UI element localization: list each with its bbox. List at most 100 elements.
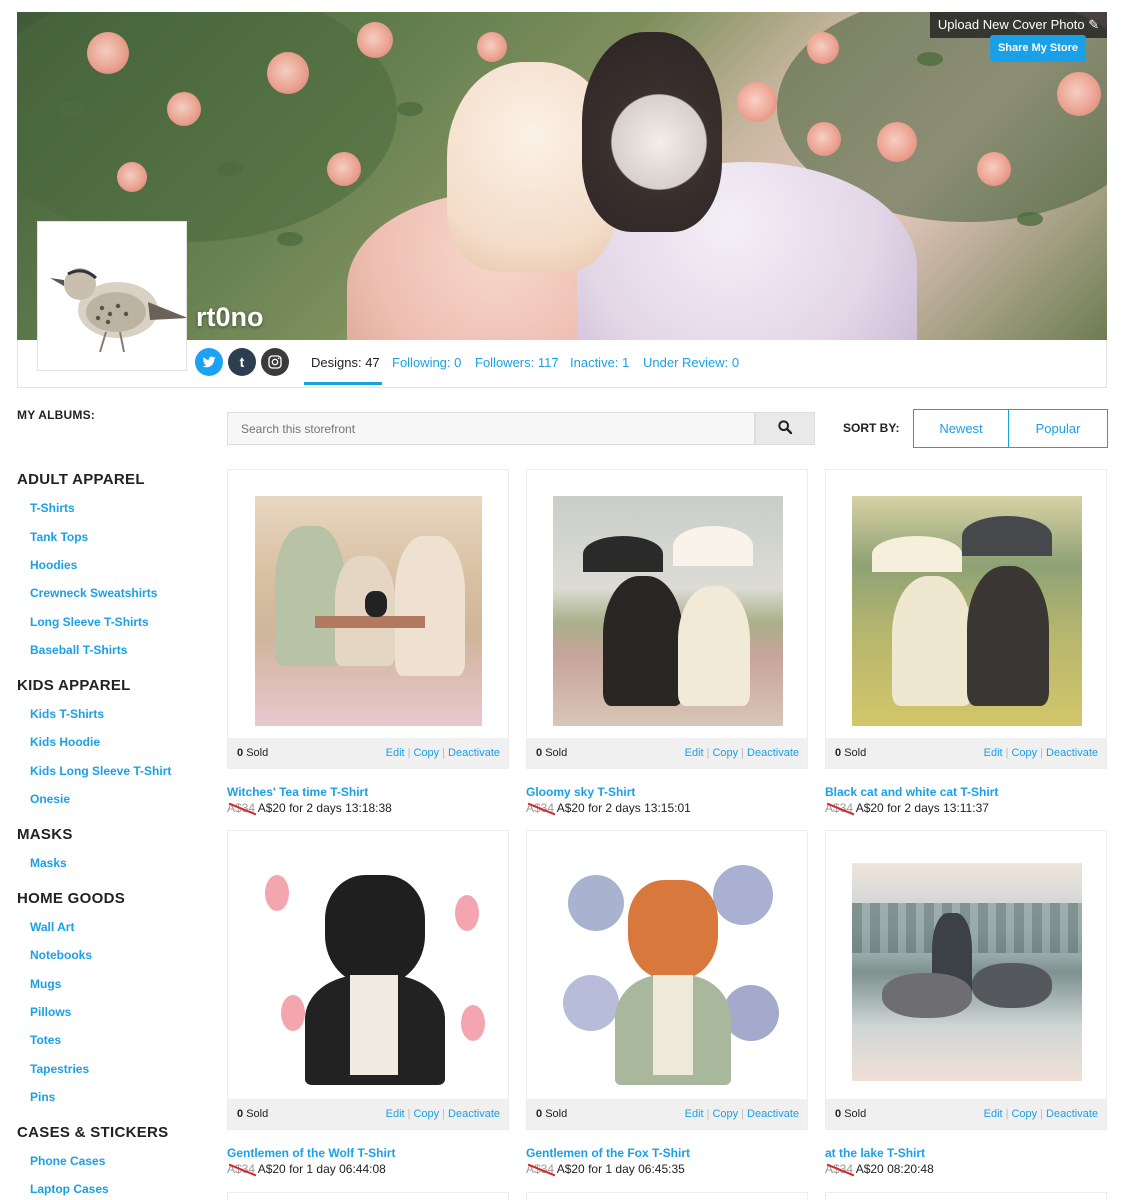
- sale-price: A$20 08:20:48: [855, 1162, 934, 1176]
- album-hoodies[interactable]: Hoodies: [30, 558, 77, 572]
- product-title[interactable]: Witches' Tea time T-Shirt: [227, 785, 368, 799]
- product-title[interactable]: Gentlemen of the Fox T-Shirt: [526, 1146, 690, 1160]
- album-notebooks[interactable]: Notebooks: [30, 948, 92, 962]
- album-long-sleeve-t-shirts[interactable]: Long Sleeve T-Shirts: [30, 615, 149, 629]
- stat-inactive[interactable]: Inactive: 1: [570, 355, 629, 370]
- album-tapestries[interactable]: Tapestries: [30, 1062, 89, 1076]
- product-card[interactable]: 0 Sold Edit | Copy | Deactivate: [227, 830, 509, 1130]
- sold-count: 0: [237, 1108, 244, 1120]
- stat-following[interactable]: Following: 0: [392, 355, 461, 370]
- sold-count: 0: [536, 747, 543, 759]
- album-masks[interactable]: Masks: [30, 856, 67, 870]
- edit-link[interactable]: Edit: [984, 747, 1003, 759]
- album-crewneck-sweatshirts[interactable]: Crewneck Sweatshirts: [30, 586, 157, 600]
- old-price: A$34: [227, 1162, 256, 1176]
- album-mugs[interactable]: Mugs: [30, 977, 61, 991]
- deactivate-link[interactable]: Deactivate: [747, 1108, 799, 1120]
- product-price: A$34 A$20 for 1 day 06:45:35: [526, 1162, 685, 1176]
- product-meta: 0 Sold Edit | Copy | Deactivate: [527, 1099, 807, 1129]
- product-card[interactable]: 0 Sold Edit | Copy | Deactivate: [526, 469, 808, 769]
- product-title[interactable]: Gentlemen of the Wolf T-Shirt: [227, 1146, 395, 1160]
- album-t-shirts[interactable]: T-Shirts: [30, 501, 75, 515]
- deactivate-link[interactable]: Deactivate: [747, 747, 799, 759]
- album-pillows[interactable]: Pillows: [30, 1005, 71, 1019]
- tumblr-icon[interactable]: t: [228, 348, 256, 376]
- product-title[interactable]: Black cat and white cat T-Shirt: [825, 785, 998, 799]
- sale-price: A$20 for 2 days 13:15:01: [556, 801, 691, 815]
- sold-label: Sold: [844, 1108, 867, 1120]
- sold-count: 0: [835, 1108, 842, 1120]
- twitter-icon[interactable]: [195, 348, 223, 376]
- deactivate-link[interactable]: Deactivate: [448, 1108, 500, 1120]
- stat-followers[interactable]: Followers: 117: [475, 355, 559, 370]
- deactivate-link[interactable]: Deactivate: [1046, 747, 1098, 759]
- sort-newest-button[interactable]: Newest: [913, 409, 1009, 448]
- sort-popular-button[interactable]: Popular: [1008, 409, 1108, 448]
- avatar[interactable]: [37, 221, 187, 371]
- product-title[interactable]: at the lake T-Shirt: [825, 1146, 925, 1160]
- sold-label: Sold: [545, 747, 568, 759]
- edit-link[interactable]: Edit: [685, 747, 704, 759]
- copy-link[interactable]: Copy: [1011, 1108, 1037, 1120]
- product-image[interactable]: [255, 496, 482, 726]
- album-tank-tops[interactable]: Tank Tops: [30, 530, 88, 544]
- edit-link[interactable]: Edit: [685, 1108, 704, 1120]
- album-kids-hoodie[interactable]: Kids Hoodie: [30, 735, 100, 749]
- product-image[interactable]: [553, 855, 783, 1095]
- album-pins[interactable]: Pins: [30, 1090, 55, 1104]
- product-card[interactable]: 0 Sold Edit | Copy | Deactivate: [825, 469, 1107, 769]
- product-card-partial: [825, 1192, 1107, 1200]
- sold-count: 0: [237, 747, 244, 759]
- album-kids-long-sleeve[interactable]: Kids Long Sleeve T-Shirt: [30, 764, 171, 778]
- copy-link[interactable]: Copy: [413, 747, 439, 759]
- product-card[interactable]: 0 Sold Edit | Copy | Deactivate: [227, 469, 509, 769]
- sale-price: A$20 for 2 days 13:11:37: [855, 801, 989, 815]
- copy-link[interactable]: Copy: [712, 1108, 738, 1120]
- product-image[interactable]: [553, 496, 783, 726]
- sold-label: Sold: [246, 1108, 269, 1120]
- search-input[interactable]: [227, 412, 755, 445]
- instagram-icon[interactable]: [261, 348, 289, 376]
- album-wall-art[interactable]: Wall Art: [30, 920, 74, 934]
- copy-link[interactable]: Copy: [413, 1108, 439, 1120]
- album-laptop-cases[interactable]: Laptop Cases: [30, 1182, 109, 1196]
- product-card-partial: [526, 1192, 808, 1200]
- sale-price: A$20 for 1 day 06:44:08: [257, 1162, 386, 1176]
- product-price: A$34 A$20 08:20:48: [825, 1162, 934, 1176]
- product-image[interactable]: [852, 863, 1082, 1081]
- deactivate-link[interactable]: Deactivate: [1046, 1108, 1098, 1120]
- product-card[interactable]: 0 Sold Edit | Copy | Deactivate: [825, 830, 1107, 1130]
- album-totes[interactable]: Totes: [30, 1033, 61, 1047]
- old-price: A$34: [825, 1162, 854, 1176]
- cover-black-cat: [582, 32, 722, 232]
- album-kids-t-shirts[interactable]: Kids T-Shirts: [30, 707, 104, 721]
- product-card[interactable]: 0 Sold Edit | Copy | Deactivate: [526, 830, 808, 1130]
- deactivate-link[interactable]: Deactivate: [448, 747, 500, 759]
- product-meta: 0 Sold Edit | Copy | Deactivate: [826, 738, 1106, 768]
- sort-label: SORT BY:: [843, 421, 900, 435]
- product-price: A$34 A$20 for 1 day 06:44:08: [227, 1162, 386, 1176]
- section-adult-apparel: ADULT APPAREL: [17, 471, 145, 488]
- old-price: A$34: [526, 801, 555, 815]
- copy-link[interactable]: Copy: [1011, 747, 1037, 759]
- stat-under-review[interactable]: Under Review: 0: [643, 355, 739, 370]
- product-image[interactable]: [255, 855, 485, 1095]
- product-title[interactable]: Gloomy sky T-Shirt: [526, 785, 635, 799]
- search-button[interactable]: [755, 412, 815, 445]
- product-image[interactable]: [852, 496, 1082, 726]
- section-kids-apparel: KIDS APPAREL: [17, 677, 131, 694]
- stat-designs[interactable]: Designs: 47: [311, 355, 380, 370]
- edit-link[interactable]: Edit: [386, 1108, 405, 1120]
- product-price: A$34 A$20 for 2 days 13:15:01: [526, 801, 691, 815]
- product-meta: 0 Sold Edit | Copy | Deactivate: [826, 1099, 1106, 1129]
- album-baseball-t-shirts[interactable]: Baseball T-Shirts: [30, 643, 127, 657]
- album-onesie[interactable]: Onesie: [30, 792, 70, 806]
- album-phone-cases[interactable]: Phone Cases: [30, 1154, 105, 1168]
- edit-link[interactable]: Edit: [386, 747, 405, 759]
- product-card-partial: [227, 1192, 509, 1200]
- share-store-button[interactable]: Share My Store: [990, 35, 1086, 62]
- copy-link[interactable]: Copy: [712, 747, 738, 759]
- product-price: A$34 A$20 for 2 days 13:11:37: [825, 801, 989, 815]
- edit-link[interactable]: Edit: [984, 1108, 1003, 1120]
- search-icon: [778, 420, 793, 435]
